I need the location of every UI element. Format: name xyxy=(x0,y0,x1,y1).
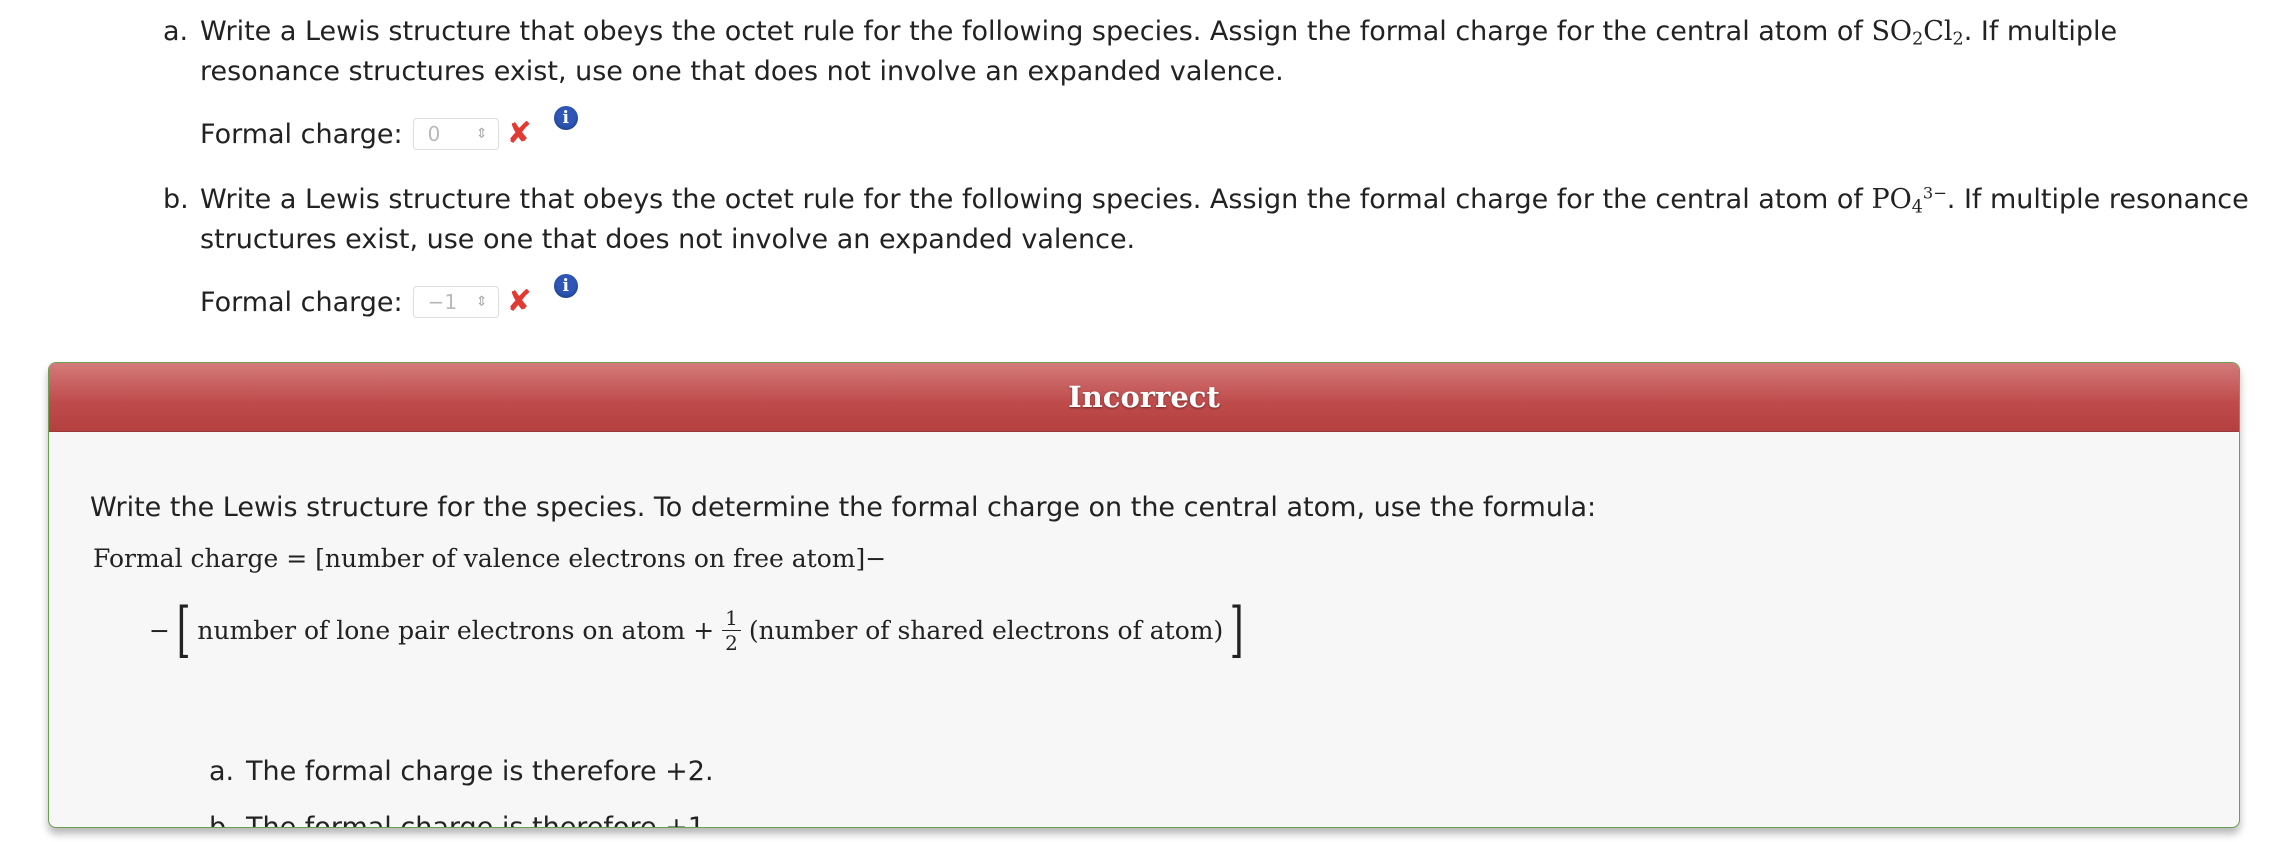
formula-line-2: − [ number of lone pair electrons on ato… xyxy=(149,600,1251,660)
formula-part-2: (number of shared electrons of atom) xyxy=(748,615,1224,645)
red-x-icon: ✘ xyxy=(506,284,532,319)
fraction-denominator: 2 xyxy=(725,630,738,655)
formal-charge-b-row: Formal charge: −1 ⇕ ✘ i xyxy=(200,274,2253,322)
answer-b-text: The formal charge is therefore +1. xyxy=(246,812,714,828)
answer-a-text: The formal charge is therefore +2. xyxy=(246,756,714,787)
page: a. Write a Lewis structure that obeys th… xyxy=(0,0,2282,842)
feedback-title: Incorrect xyxy=(1068,380,1220,414)
answer-list: a. The formal charge is therefore +2. b.… xyxy=(209,752,714,828)
right-bracket: ] xyxy=(1229,595,1244,665)
formal-charge-b-value: −1 xyxy=(427,290,458,314)
formal-charge-b-input[interactable]: −1 ⇕ xyxy=(412,286,499,318)
answer-a: a. The formal charge is therefore +2. xyxy=(209,752,714,792)
formal-charge-a-value: 0 xyxy=(427,122,441,146)
answer-a-marker: a. xyxy=(209,756,235,787)
fraction-one-half: 1 2 xyxy=(722,606,741,655)
red-x-icon: ✘ xyxy=(506,116,532,151)
feedback-header: Incorrect xyxy=(49,363,2239,432)
question-b-text: Write a Lewis structure that obeys the o… xyxy=(200,180,2253,260)
question-b-text-before: Write a Lewis structure that obeys the o… xyxy=(200,184,1872,215)
question-a-row: a. Write a Lewis structure that obeys th… xyxy=(163,12,2253,92)
question-a: a. Write a Lewis structure that obeys th… xyxy=(163,12,2253,154)
question-a-formula: SO2Cl2 xyxy=(1871,16,1964,50)
question-b-formula: PO43− xyxy=(1871,183,1947,218)
feedback-panel: Incorrect Write the Lewis structure for … xyxy=(48,362,2240,828)
question-b-marker: b. xyxy=(163,184,189,215)
formula-line-1: Formal charge = [number of valence elect… xyxy=(93,544,887,573)
question-b: b. Write a Lewis structure that obeys th… xyxy=(163,180,2253,322)
question-b-row: b. Write a Lewis structure that obeys th… xyxy=(163,180,2253,260)
fraction-numerator: 1 xyxy=(722,606,741,631)
formula-minus: − xyxy=(149,615,170,645)
formal-charge-b-label: Formal charge: xyxy=(200,286,403,318)
updown-spinner-icon[interactable]: ⇕ xyxy=(476,295,488,309)
formal-charge-a-input[interactable]: 0 ⇕ xyxy=(412,118,499,150)
info-icon[interactable]: i xyxy=(553,274,578,298)
updown-spinner-icon[interactable]: ⇕ xyxy=(476,127,488,141)
question-a-text-before: Write a Lewis structure that obeys the o… xyxy=(200,16,1872,47)
answer-b-marker: b. xyxy=(209,812,235,828)
info-icon[interactable]: i xyxy=(553,106,578,130)
formal-charge-a-label: Formal charge: xyxy=(200,118,403,150)
feedback-intro: Write the Lewis structure for the specie… xyxy=(90,492,1597,523)
formula-part-1: number of lone pair electrons on atom + xyxy=(197,615,715,645)
left-bracket: [ xyxy=(176,595,191,665)
formal-charge-a-row: Formal charge: 0 ⇕ ✘ i xyxy=(200,106,2253,154)
question-a-marker: a. xyxy=(163,16,189,47)
answer-b: b. The formal charge is therefore +1. xyxy=(209,808,714,828)
question-a-text: Write a Lewis structure that obeys the o… xyxy=(200,12,2253,92)
